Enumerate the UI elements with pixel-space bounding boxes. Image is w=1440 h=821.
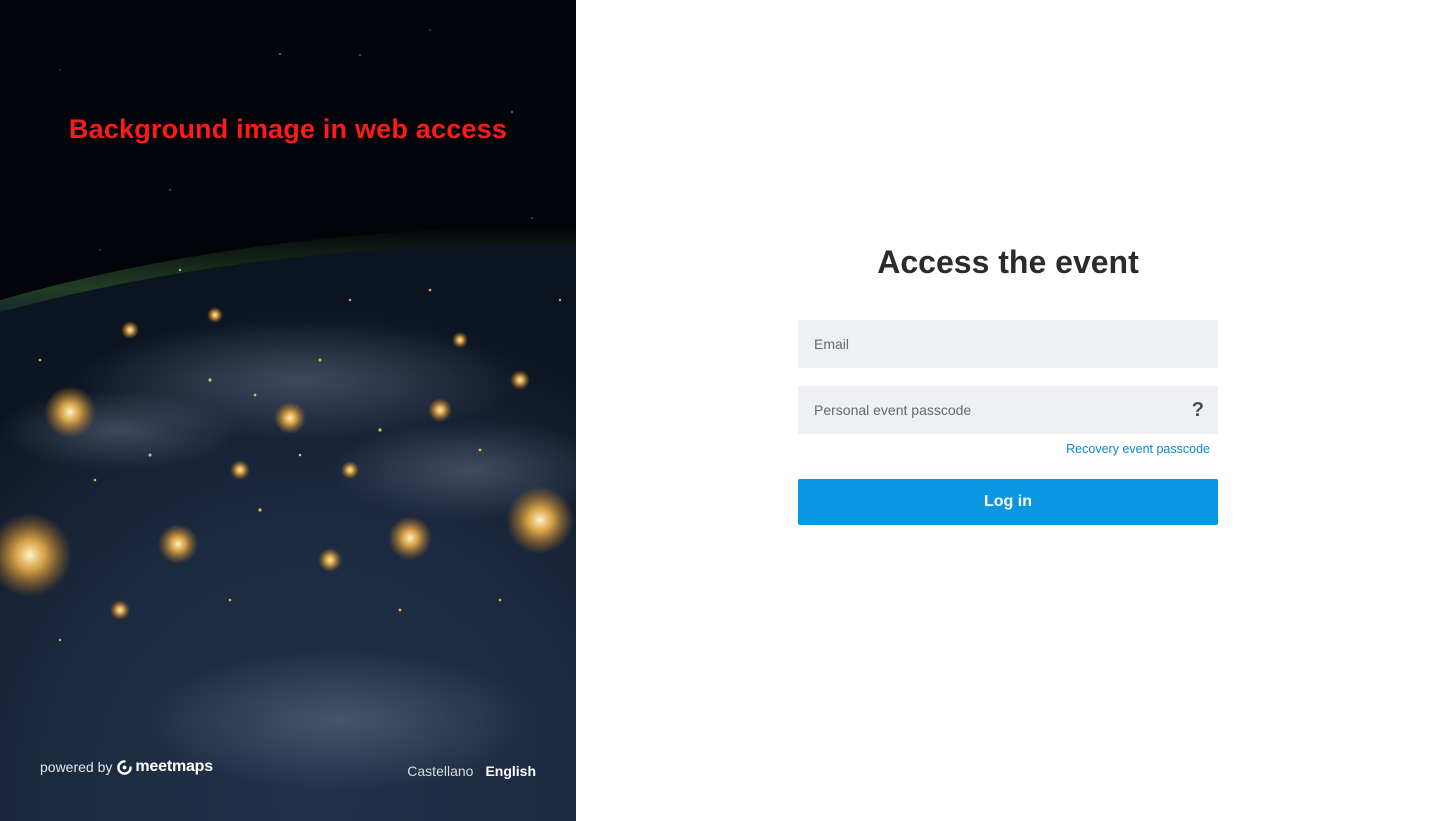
- help-question-icon[interactable]: ?: [1192, 399, 1204, 421]
- email-field[interactable]: [798, 320, 1218, 368]
- powered-by-meetmaps[interactable]: powered by meetmaps: [40, 758, 213, 776]
- meetmaps-wordmark: meetmaps: [135, 758, 213, 775]
- language-switcher: Castellano English: [407, 763, 536, 779]
- powered-by-label: powered by: [40, 759, 113, 775]
- meetmaps-logo: meetmaps: [117, 758, 213, 776]
- language-option-castellano[interactable]: Castellano: [407, 763, 473, 779]
- meetmaps-logo-icon: [117, 759, 133, 775]
- login-button[interactable]: Log in: [798, 479, 1218, 525]
- email-field-container: [798, 320, 1218, 368]
- page-title: Access the event: [877, 244, 1139, 280]
- passcode-field[interactable]: [798, 386, 1218, 434]
- passcode-field-container: ?: [798, 386, 1218, 434]
- language-option-english[interactable]: English: [485, 763, 536, 779]
- hero-image-panel: Background image in web access powered b…: [0, 0, 576, 821]
- login-panel: Access the event ? Recovery event passco…: [576, 0, 1440, 821]
- background-image-annotation: Background image in web access: [68, 114, 508, 144]
- recovery-passcode-link[interactable]: Recovery event passcode: [798, 442, 1218, 457]
- login-form: Access the event ? Recovery event passco…: [798, 240, 1218, 525]
